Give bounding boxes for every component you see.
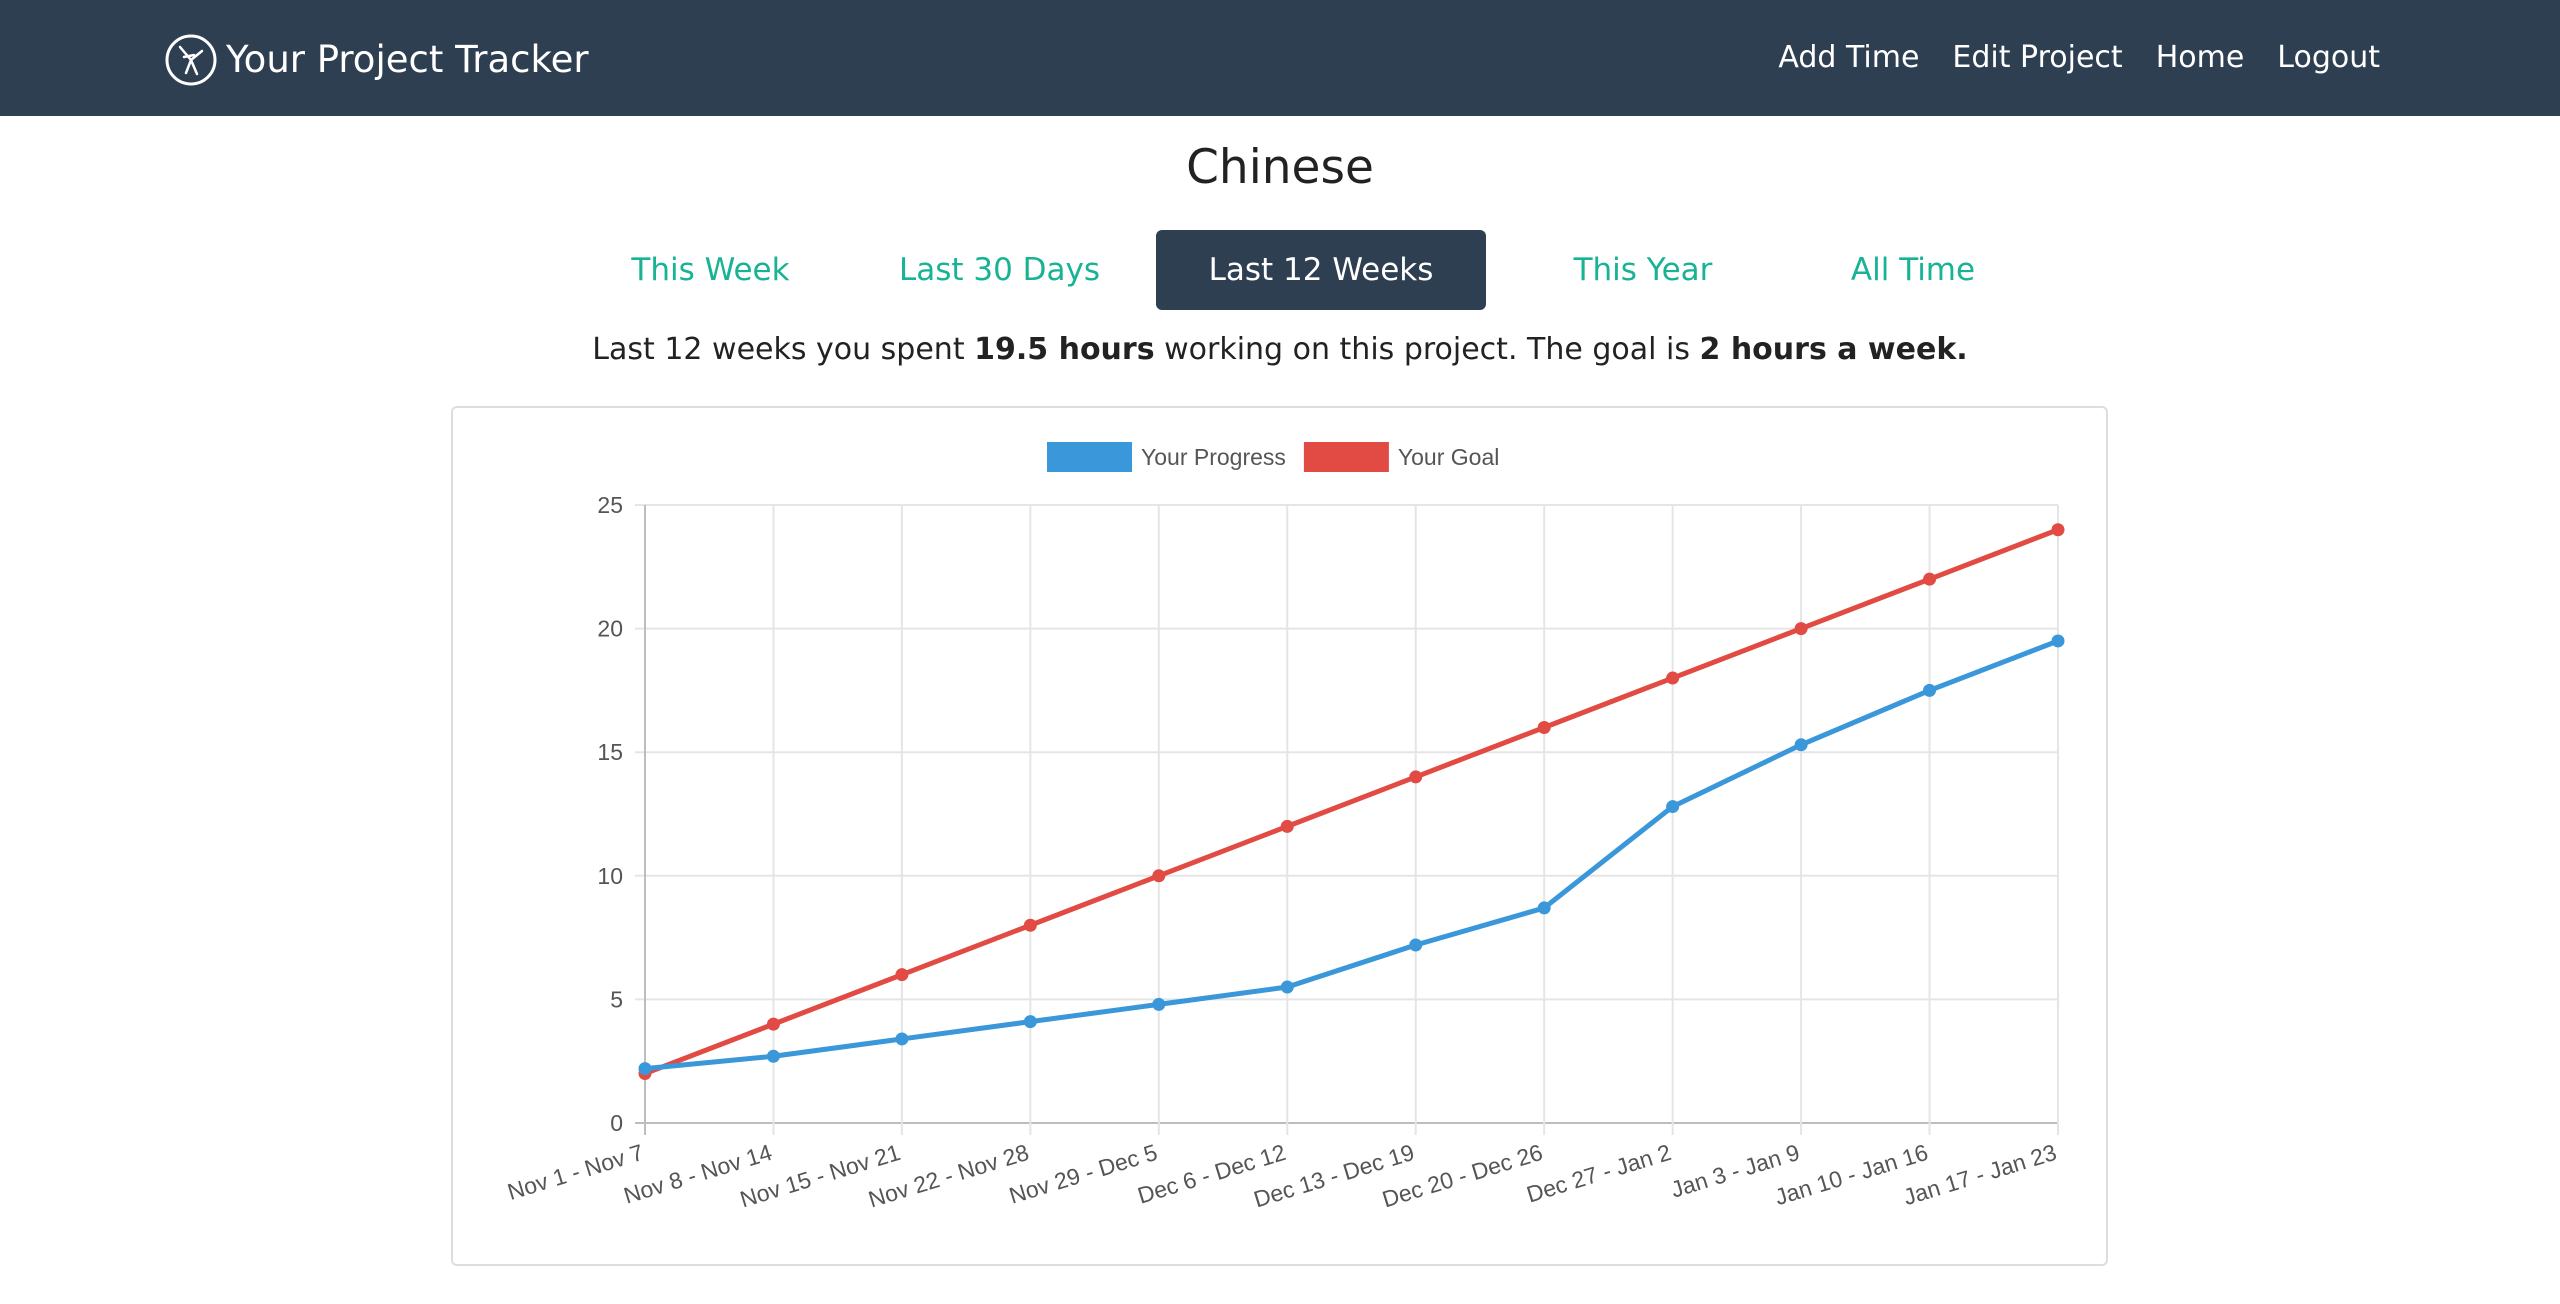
tab-all-time[interactable]: All Time <box>1793 230 2033 310</box>
tab-last-30-days[interactable]: Last 30 Days <box>858 230 1141 310</box>
y-tick-label: 5 <box>610 986 623 1012</box>
data-point-goal <box>1409 770 1423 784</box>
tab-last-12-weeks[interactable]: Last 12 Weeks <box>1156 230 1486 310</box>
brand-title: Your Project Tracker <box>226 38 589 81</box>
data-point-goal <box>1023 918 1037 932</box>
summary-middle: working on this project. The goal is <box>1154 332 1700 367</box>
logo-icon <box>165 34 217 86</box>
data-point-progress <box>638 1062 652 1076</box>
project-title: Chinese <box>1186 140 1374 195</box>
summary-goal: 2 hours a week. <box>1699 332 1968 367</box>
y-tick-label: 15 <box>597 739 623 765</box>
nav-home-link[interactable]: Home <box>2156 36 2245 80</box>
data-point-goal <box>1794 622 1808 636</box>
data-point-goal <box>1666 671 1680 685</box>
navbar: Your Project Tracker Add Time Edit Proje… <box>0 0 2560 116</box>
summary-prefix: Last 12 weeks you spent <box>592 332 975 367</box>
x-tick-label: Dec 27 - Jan 2 <box>1523 1139 1674 1208</box>
legend-swatch-progress <box>1047 442 1132 472</box>
nav-links: Add Time Edit Project Home Logout <box>1745 36 2380 80</box>
nav-logout-link[interactable]: Logout <box>2277 36 2380 80</box>
legend-label-goal: Your Goal <box>1398 444 1499 470</box>
data-point-progress <box>1023 1015 1037 1029</box>
data-point-progress <box>1666 800 1680 814</box>
legend-swatch-goal <box>1303 442 1389 472</box>
data-point-goal <box>1537 720 1551 734</box>
data-point-progress <box>1280 980 1294 994</box>
data-point-goal <box>1152 869 1166 883</box>
data-point-progress <box>1794 738 1808 752</box>
tab-this-week[interactable]: This Week <box>598 230 823 310</box>
data-point-goal <box>895 968 909 982</box>
data-point-progress <box>1537 901 1551 915</box>
summary-hours: 19.5 hours <box>974 332 1155 367</box>
y-tick-label: 20 <box>597 616 623 642</box>
summary-text: Last 12 weeks you spent 19.5 hours worki… <box>0 325 2560 375</box>
data-point-progress <box>1152 997 1166 1011</box>
data-point-progress <box>766 1049 780 1063</box>
tab-this-year[interactable]: This Year <box>1523 230 1763 310</box>
data-point-progress <box>895 1032 909 1046</box>
y-tick-label: 25 <box>597 492 623 518</box>
progress-chart: 0510152025Nov 1 - Nov 7Nov 8 - Nov 14Nov… <box>504 442 2065 1212</box>
data-point-progress <box>2051 634 2065 648</box>
nav-add-time-link[interactable]: Add Time <box>1778 36 1919 80</box>
brand-link[interactable]: Your Project Tracker <box>164 33 589 87</box>
data-point-progress <box>1409 938 1423 952</box>
data-point-goal <box>1923 572 1937 586</box>
data-point-goal <box>766 1017 780 1031</box>
series-line-goal <box>644 527 2059 1076</box>
y-tick-label: 10 <box>597 863 623 889</box>
x-tick-label: Nov 29 - Dec 5 <box>1006 1139 1160 1209</box>
chart-card: 0 5 10 15 20 25 Nov 1 - Nov 7 Nov 8 - Nov 14 Nov… <box>451 406 2108 1266</box>
data-point-goal <box>2051 523 2065 537</box>
legend-label-progress: Your Progress <box>1141 444 1286 470</box>
data-point-progress <box>1923 683 1937 697</box>
data-point-goal <box>1280 819 1294 833</box>
y-tick-label: 0 <box>610 1110 623 1136</box>
series-line-progress <box>644 638 2059 1072</box>
nav-edit-project-link[interactable]: Edit Project <box>1952 36 2122 80</box>
